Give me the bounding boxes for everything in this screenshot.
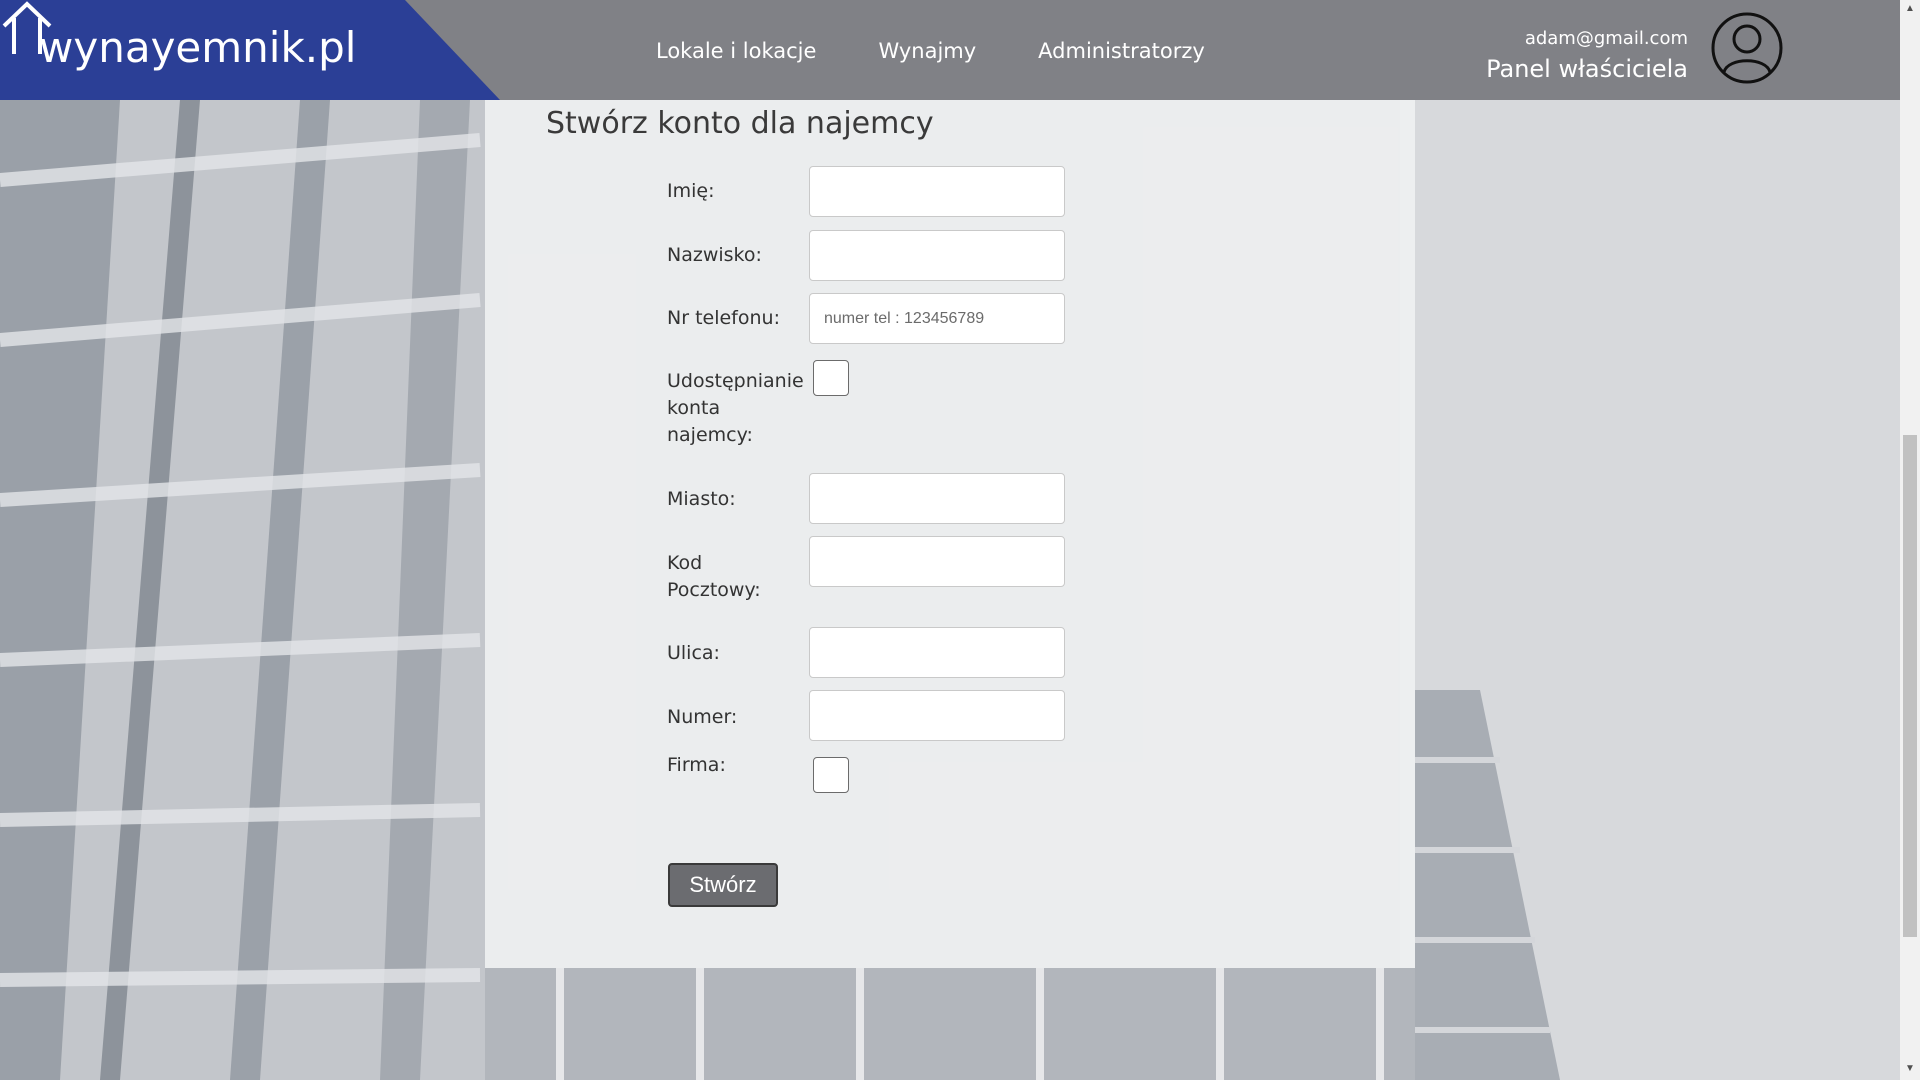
street-input[interactable] [809, 627, 1065, 678]
city-label: Miasto: [667, 488, 736, 510]
postal-code-label: Kod Pocztowy: [667, 552, 761, 601]
user-circle-icon[interactable] [1710, 11, 1784, 85]
scroll-down-arrow-icon[interactable]: ▼ [1905, 1064, 1915, 1074]
top-navbar: wynayemnik.pl Lokale i lokacje Wynajmy A… [0, 0, 1900, 100]
first-name-label: Imię: [667, 180, 715, 202]
create-tenant-panel: Stwórz konto dla najemcy Imię: Nazwisko:… [485, 100, 1415, 968]
scrollbar-thumb[interactable] [1903, 435, 1917, 937]
house-icon [2, 1, 52, 54]
create-button[interactable]: Stwórz [668, 863, 778, 907]
company-label: Firma: [667, 754, 726, 776]
user-panel-label[interactable]: Panel właściciela [1486, 54, 1688, 84]
nav-administratorzy[interactable]: Administratorzy [1038, 36, 1205, 66]
page-title: Stwórz konto dla najemcy [546, 106, 934, 141]
number-input[interactable] [809, 690, 1065, 741]
city-input[interactable] [809, 473, 1065, 524]
first-name-input[interactable] [809, 166, 1065, 217]
phone-input[interactable] [809, 293, 1065, 344]
logo-text: wynayemnik.pl [39, 23, 357, 72]
main-nav: Lokale i lokacje Wynajmy Administratorzy [656, 36, 1267, 66]
page-scrollbar[interactable]: ▲ ▼ [1900, 0, 1920, 1080]
number-label: Numer: [667, 706, 738, 728]
share-account-label: Udostępnianie konta najemcy: [667, 370, 804, 446]
company-checkbox[interactable] [813, 757, 849, 793]
nav-lokale-i-lokacje[interactable]: Lokale i lokacje [656, 36, 816, 66]
last-name-label: Nazwisko: [667, 244, 762, 266]
street-label: Ulica: [667, 642, 720, 664]
logo[interactable]: wynayemnik.pl [0, 0, 500, 100]
postal-code-input[interactable] [809, 536, 1065, 587]
user-email: adam@gmail.com [1524, 28, 1688, 49]
share-account-checkbox[interactable] [813, 360, 849, 396]
nav-wynajmy[interactable]: Wynajmy [878, 36, 976, 66]
scroll-up-arrow-icon[interactable]: ▲ [1905, 4, 1915, 14]
last-name-input[interactable] [809, 230, 1065, 281]
phone-label: Nr telefonu: [667, 307, 780, 329]
